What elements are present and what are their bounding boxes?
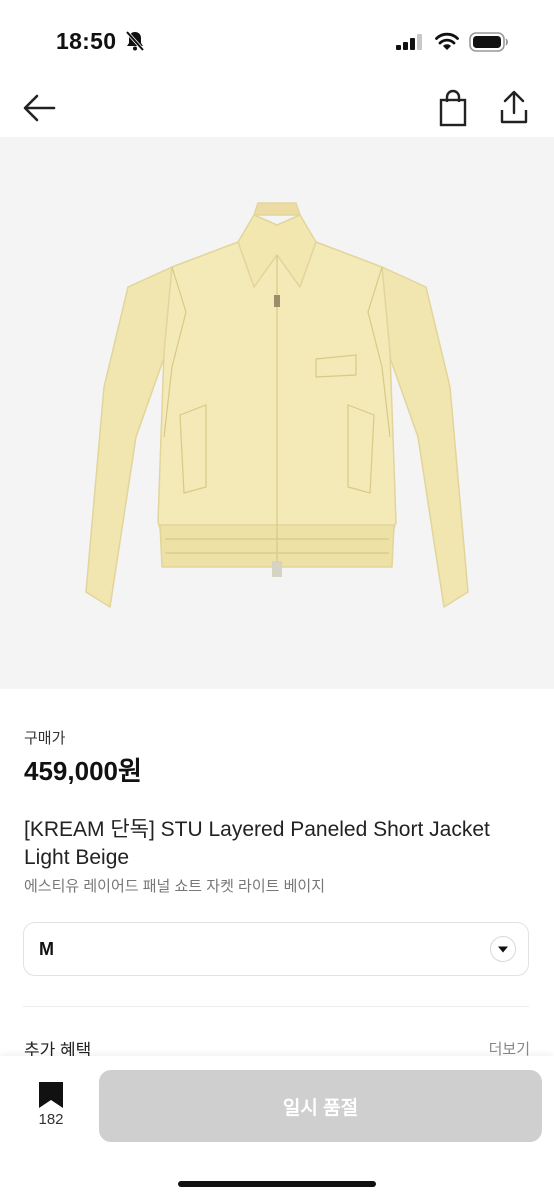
cellular-signal-icon — [396, 34, 422, 50]
bookmark-count: 182 — [38, 1111, 64, 1128]
product-title: [KREAM 단독] STU Layered Paneled Short Jac… — [24, 818, 490, 869]
status-bar: 18:50 — [0, 0, 554, 80]
size-select[interactable]: M — [23, 922, 529, 976]
price-label: 구매가 — [24, 730, 66, 747]
back-button[interactable] — [20, 90, 60, 126]
sold-out-button[interactable]: 일시 품절 — [99, 1070, 542, 1142]
share-button[interactable] — [494, 86, 534, 128]
battery-icon — [469, 32, 508, 52]
price: 459,000원 — [24, 756, 142, 786]
home-indicator — [178, 1181, 376, 1187]
jacket-image — [85, 202, 469, 608]
share-icon — [500, 90, 528, 124]
chevron-down-icon[interactable] — [490, 936, 516, 962]
nav-bar — [0, 80, 554, 136]
bottom-action-bar: 182 일시 품절 — [0, 1056, 554, 1200]
chevron-down-glyph — [498, 946, 508, 953]
bell-slash-icon — [125, 30, 145, 52]
wifi-icon — [435, 32, 459, 50]
product-subtitle: 에스티유 레이어드 패널 쇼트 자켓 라이트 베이지 — [24, 878, 326, 895]
shopping-bag-icon — [439, 89, 467, 127]
bookmark-button[interactable]: 182 — [26, 1080, 76, 1132]
status-time: 18:50 — [56, 28, 117, 54]
shopping-bag-button[interactable] — [434, 88, 472, 128]
bookmark-icon — [39, 1082, 63, 1108]
size-value: M — [39, 939, 54, 959]
back-arrow-icon — [23, 94, 56, 122]
divider — [23, 1006, 529, 1007]
product-image[interactable] — [0, 137, 554, 689]
